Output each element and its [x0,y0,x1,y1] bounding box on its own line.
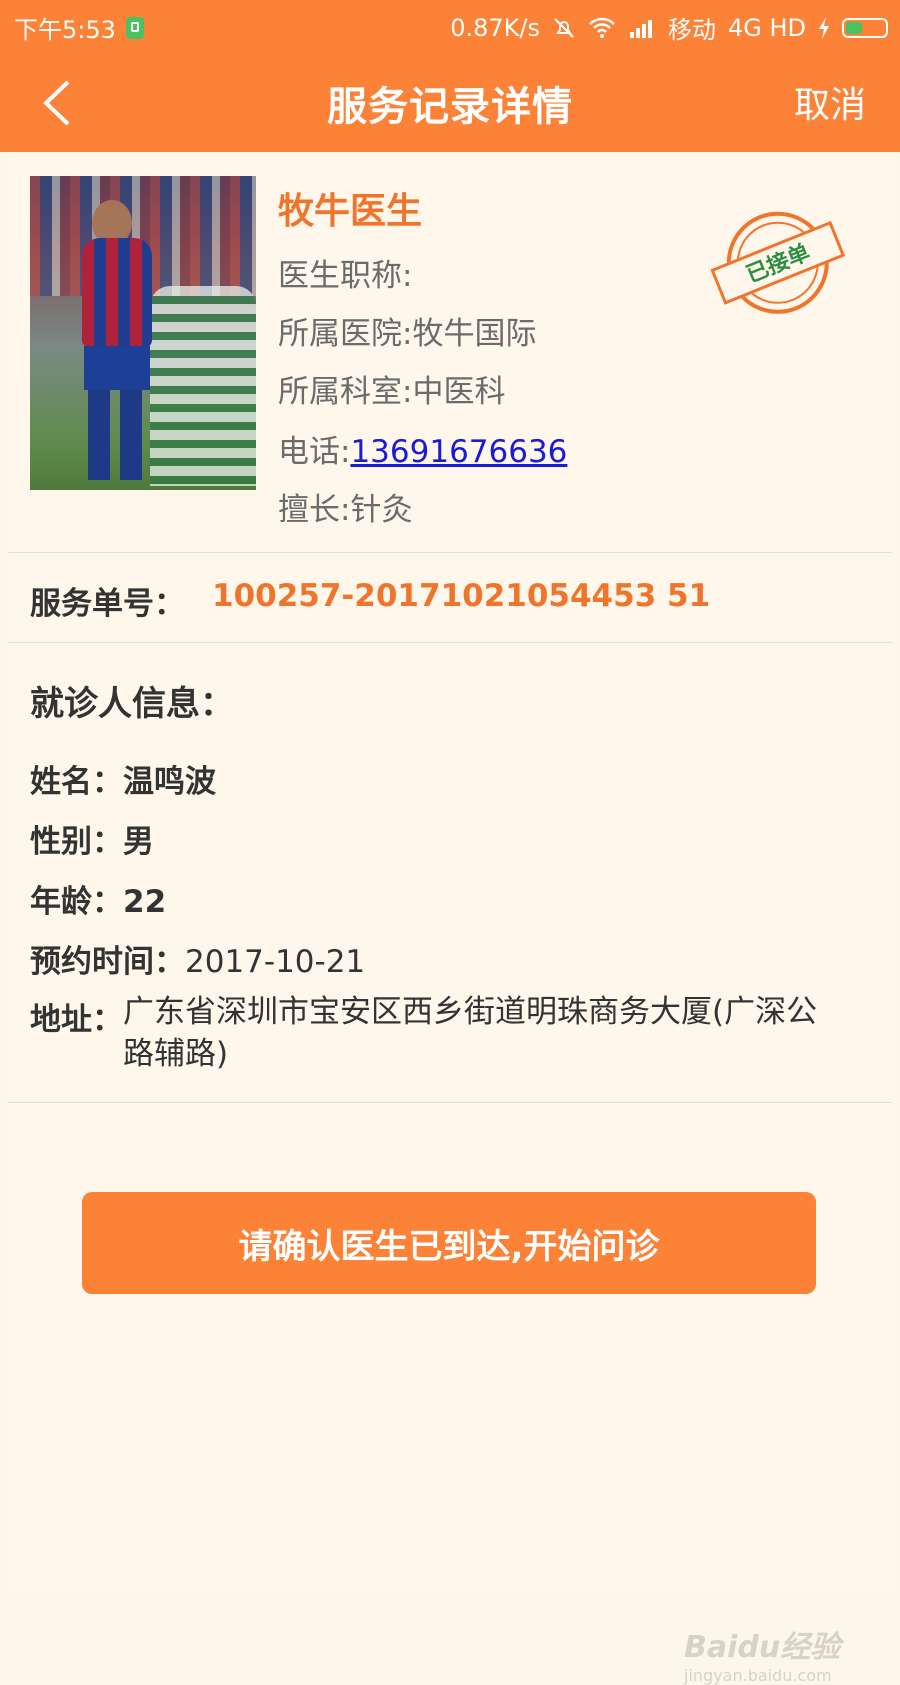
doctor-specialty: 擅长:针灸 [278,492,413,528]
order-number-section: 服务单号： 100257-20171021054453 51 [8,552,892,643]
charging-icon [819,16,829,39]
doctor-photo [30,176,256,490]
nav-bar: 服务记录详情 取消 [0,48,900,152]
network-speed: 0.87K/s [450,13,540,42]
doctor-name: 牧牛医生 [278,191,423,232]
accepted-stamp: 已接单 [710,193,854,336]
order-number-label: 服务单号： [30,586,185,622]
status-time: 下午5:53 [14,16,116,44]
cancel-button[interactable]: 取消 [794,76,866,128]
patient-address: 广东省深圳市宝安区西乡街道明珠商务大厦(广深公路辅路) [123,994,818,1072]
page-title: 服务记录详情 [327,84,573,130]
patient-address-label: 地址： [30,1002,123,1038]
mute-bell-icon [554,17,574,38]
appointment-time-label: 预约时间： [30,944,185,980]
battery-icon [842,17,888,38]
patient-gender: 男 [123,824,154,860]
patient-name-label: 姓名： [30,764,123,800]
confirm-arrival-button[interactable]: 请确认医生已到达,开始问诊 [82,1192,816,1294]
appointment-time-row: 预约时间：2017-10-21 [30,936,365,981]
patient-name: 温鸣波 [123,764,216,800]
patient-age-label: 年龄： [30,884,123,920]
doctor-phone-label: 电话: [278,434,351,470]
service-record-card: 牧牛医生 医生职称: 所属医院:牧牛国际 所属科室:中医科 电话:1369167… [8,152,892,1685]
patient-gender-row: 性别：男 [30,816,154,861]
baidu-watermark: Baidu经验 [684,1630,841,1665]
patient-age: 22 [123,884,167,920]
appointment-time: 2017-10-21 [185,944,366,980]
doctor-info-section: 牧牛医生 医生职称: 所属医院:牧牛国际 所属科室:中医科 电话:1369167… [8,152,892,553]
network-type: 4G HD [727,13,806,42]
wifi-icon [589,17,615,38]
patient-gender-label: 性别： [30,824,123,860]
patient-address-row: 地址： 广东省深圳市宝安区西乡街道明珠商务大厦(广深公路辅路) [30,994,830,1075]
carrier-name: 移动 [667,16,716,44]
doctor-department: 所属科室:中医科 [278,374,506,410]
patient-info-section: 就诊人信息： 姓名：温鸣波 性别：男 年龄：22 预约时间：2017-10-21… [8,642,892,1103]
doctor-phone-link[interactable]: 13691676636 [350,434,567,470]
doctor-phone-row: 电话:13691676636 [278,426,567,471]
patient-age-row: 年龄：22 [30,876,166,921]
signal-icon [629,19,652,38]
baidu-watermark-url: jingyan.baidu.com [684,1666,832,1685]
patient-info-heading: 就诊人信息： [30,684,234,724]
order-number-value: 100257-20171021054453 51 [212,578,711,614]
sim-card-icon [125,16,144,39]
status-bar: 下午5:53 0.87K/s 移动 4G HD [0,0,900,48]
patient-name-row: 姓名：温鸣波 [30,756,216,801]
doctor-hospital: 所属医院:牧牛国际 [278,316,537,352]
doctor-title: 医生职称: [278,258,413,294]
